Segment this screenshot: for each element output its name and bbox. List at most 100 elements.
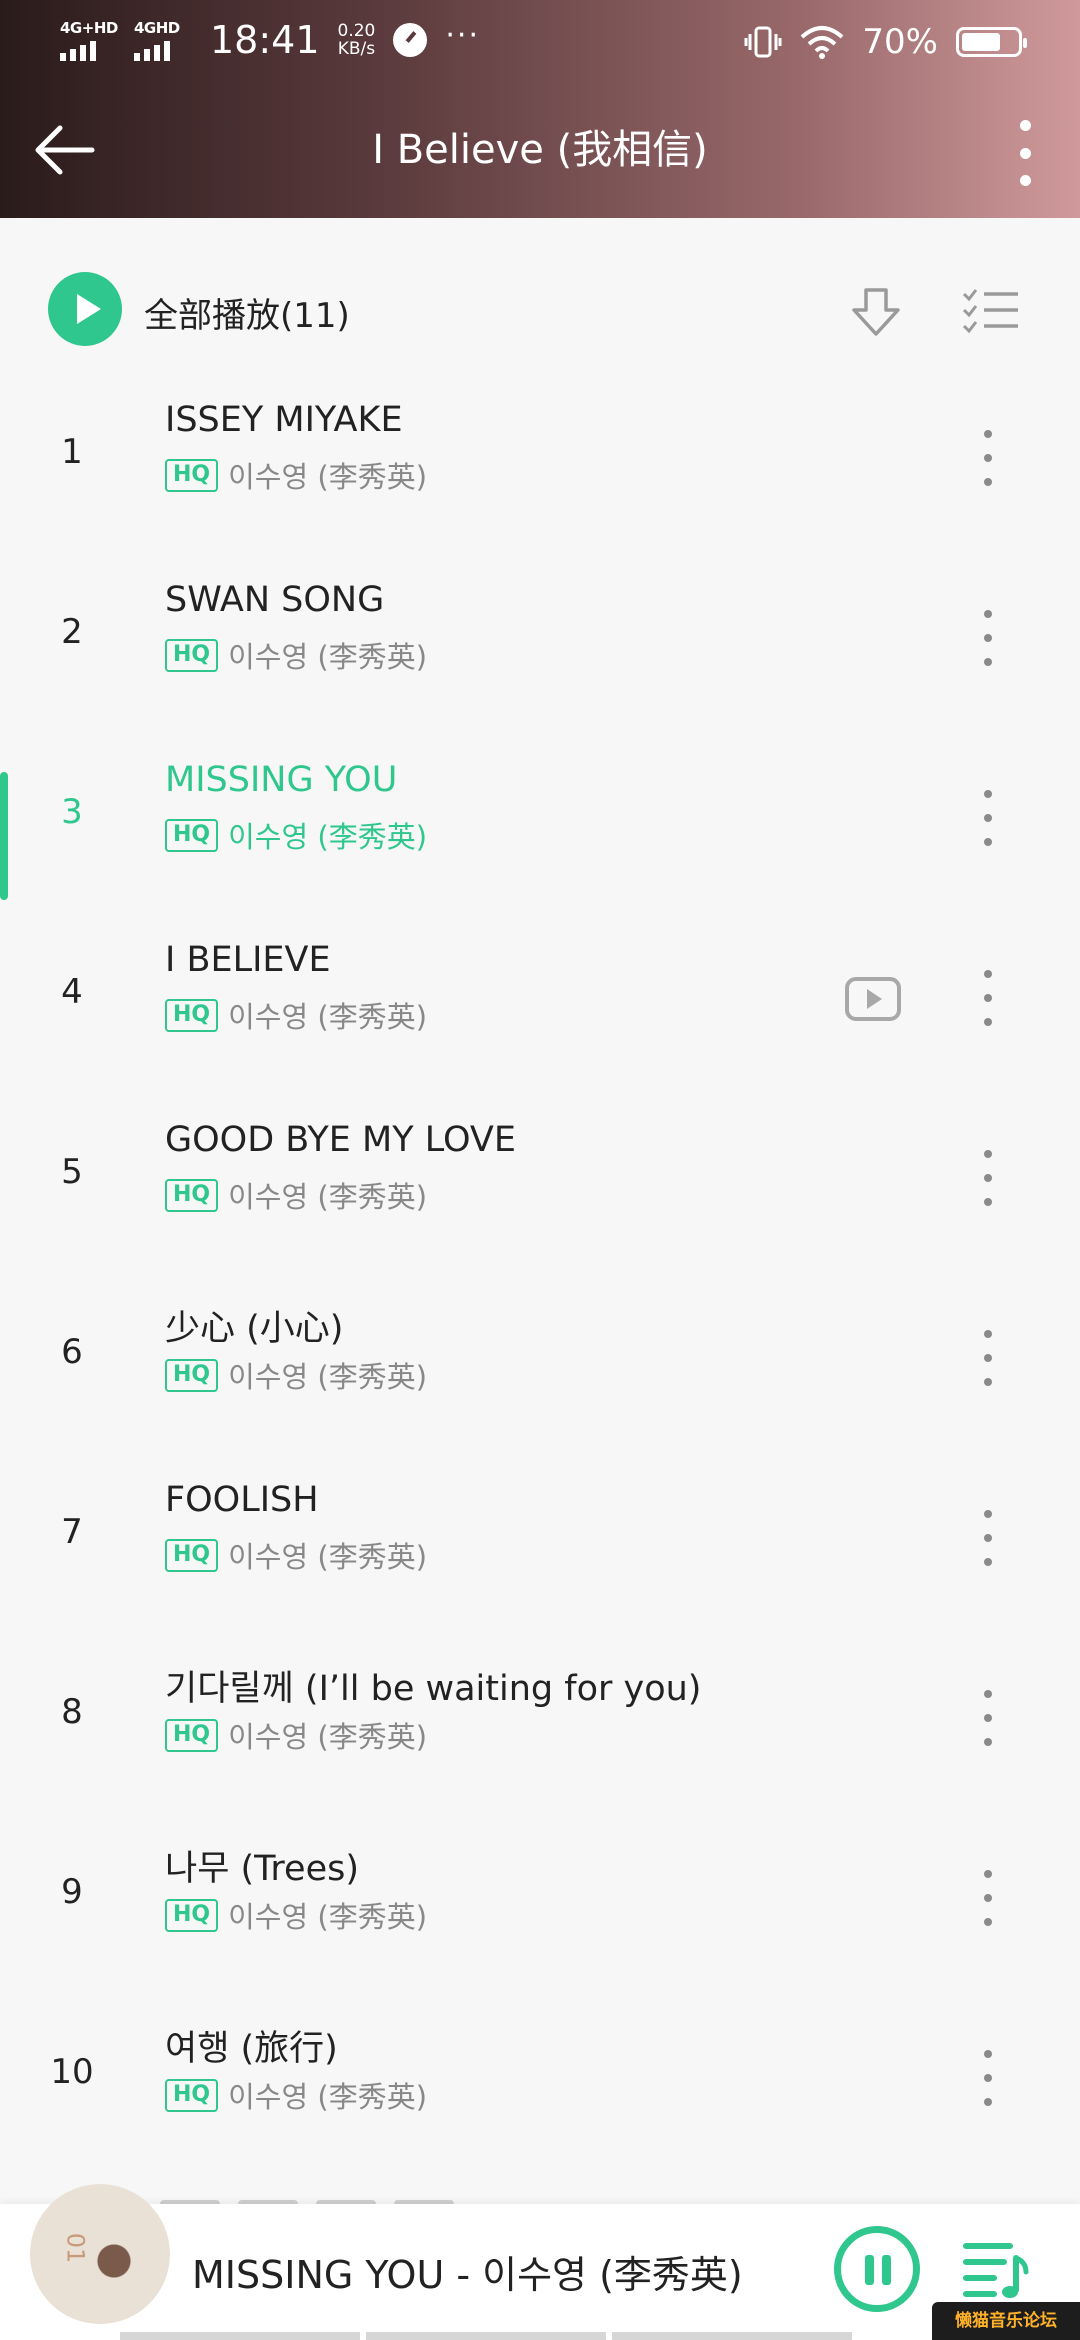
song-title: 기다릴께 (I’ll be waiting for you) — [165, 1669, 702, 1709]
song-index: 2 — [61, 612, 83, 652]
song-row[interactable]: 8 기다릴께 (I’ll be waiting for you) HQ 이수영 (李秀… — [0, 1630, 1080, 1810]
song-row[interactable]: 1 ISSEY MIYAKE HQ 이수영 (李秀英) — [0, 370, 1080, 550]
quality-badge: HQ — [165, 1718, 219, 1752]
song-meta: HQ 이수영 (李秀英) — [165, 634, 427, 676]
mv-play-icon[interactable] — [844, 976, 902, 1022]
song-title: GOOD BYE MY LOVE — [165, 1120, 516, 1160]
song-more-icon[interactable] — [980, 1690, 996, 1746]
song-artist: 이수영 (李秀英) — [228, 1180, 428, 1214]
song-artist: 이수영 (李秀英) — [228, 2080, 428, 2114]
song-row[interactable]: 6 少心 (小心) HQ 이수영 (李秀英) — [0, 1270, 1080, 1450]
song-meta: HQ 이수영 (李秀英) — [165, 454, 427, 496]
song-index: 10 — [50, 2052, 94, 2092]
network-type-1: 4G+HD — [60, 19, 118, 37]
quality-badge: HQ — [165, 458, 219, 492]
vibrate-icon — [744, 26, 782, 58]
song-more-icon[interactable] — [980, 1150, 996, 1206]
song-meta: HQ 이수영 (李秀英) — [165, 1534, 427, 1576]
now-playing-text[interactable]: MISSING YOU - 이수영 (李秀英) — [192, 2244, 743, 2299]
play-all-button[interactable] — [48, 272, 122, 346]
progress-track — [0, 2332, 1080, 2340]
song-row[interactable]: 5 GOOD BYE MY LOVE HQ 이수영 (李秀英) — [0, 1090, 1080, 1270]
song-index: 3 — [61, 792, 83, 832]
quality-badge: HQ — [165, 1538, 219, 1572]
song-more-icon[interactable] — [980, 1330, 996, 1386]
song-artist: 이수영 (李秀英) — [228, 1000, 428, 1034]
quality-badge: HQ — [165, 638, 219, 672]
multi-select-icon[interactable] — [962, 286, 1020, 336]
header-bar: 4G+HD 4GHD 18:41 0.20 KB/s ··· 70% I Bel… — [0, 0, 1080, 218]
song-meta: HQ 이수영 (李秀英) — [165, 1714, 427, 1756]
song-row[interactable]: 2 SWAN SONG HQ 이수영 (李秀英) — [0, 550, 1080, 730]
status-bar: 4G+HD 4GHD 18:41 0.20 KB/s ··· 70% — [0, 0, 1080, 80]
song-index: 6 — [61, 1332, 83, 1372]
quality-badge: HQ — [165, 1178, 219, 1212]
song-index: 1 — [61, 432, 83, 472]
quality-badge: HQ — [165, 818, 219, 852]
song-meta: HQ 이수영 (李秀英) — [165, 1894, 427, 1936]
song-row[interactable]: 9 나무 (Trees) HQ 이수영 (李秀英) — [0, 1810, 1080, 1990]
song-title: 여행 (旅行) — [165, 2029, 338, 2069]
song-title: SWAN SONG — [165, 580, 385, 620]
play-all-label[interactable]: 全部播放(11) — [144, 288, 350, 337]
song-artist: 이수영 (李秀英) — [228, 1900, 428, 1934]
song-index: 8 — [61, 1692, 83, 1732]
song-index: 7 — [61, 1512, 83, 1552]
network-type-2: 4GHD — [134, 19, 180, 37]
song-more-icon[interactable] — [980, 970, 996, 1026]
song-title: MISSING YOU — [165, 760, 398, 800]
song-more-icon[interactable] — [980, 430, 996, 486]
song-more-icon[interactable] — [980, 1870, 996, 1926]
wifi-icon — [801, 26, 844, 59]
song-artist: 이수영 (李秀英) — [228, 1720, 428, 1754]
mini-player[interactable]: MISSING YOU - 이수영 (李秀英) 懒猫音乐论坛 — [0, 2184, 1080, 2340]
arrow-left-icon[interactable] — [30, 120, 100, 180]
song-meta: HQ 이수영 (李秀英) — [165, 814, 427, 856]
song-index: 4 — [61, 972, 83, 1012]
quality-badge: HQ — [165, 998, 219, 1032]
watermark: 懒猫音乐论坛 — [932, 2302, 1080, 2340]
song-artist: 이수영 (李秀英) — [228, 460, 428, 494]
clock: 18:41 — [210, 18, 320, 62]
battery-icon — [956, 27, 1027, 57]
song-more-icon[interactable] — [980, 790, 996, 846]
quality-badge: HQ — [165, 2078, 219, 2112]
song-title: 나무 (Trees) — [165, 1849, 359, 1889]
album-art[interactable] — [30, 2184, 170, 2324]
song-artist: 이수영 (李秀英) — [228, 1360, 428, 1394]
more-vertical-icon[interactable] — [1000, 120, 1050, 186]
song-title: I BELIEVE — [165, 940, 331, 980]
song-meta: HQ 이수영 (李秀英) — [165, 1354, 427, 1396]
song-index: 9 — [61, 1872, 83, 1912]
song-more-icon[interactable] — [980, 1510, 996, 1566]
song-index: 5 — [61, 1152, 83, 1192]
song-meta: HQ 이수영 (李秀英) — [165, 2074, 427, 2116]
song-artist: 이수영 (李秀英) — [228, 1540, 428, 1574]
network-speed: 0.20 KB/s — [338, 22, 376, 58]
song-title: ISSEY MIYAKE — [165, 400, 403, 440]
signal-icon-1: 4G+HD — [58, 19, 118, 61]
song-more-icon[interactable] — [980, 610, 996, 666]
song-title: 少心 (小心) — [165, 1309, 344, 1349]
song-meta: HQ 이수영 (李秀英) — [165, 1174, 427, 1216]
quality-badge: HQ — [165, 1358, 219, 1392]
network-speed-unit: KB/s — [337, 39, 376, 59]
battery-percent: 70% — [862, 22, 938, 62]
more-notifications-icon: ··· — [445, 17, 480, 53]
song-artist: 이수영 (李秀英) — [228, 640, 428, 674]
signal-icon-2: 4GHD — [132, 19, 188, 61]
song-row[interactable]: 10 여행 (旅行) HQ 이수영 (李秀英) — [0, 1990, 1080, 2170]
song-row[interactable]: 7 FOOLISH HQ 이수영 (李秀英) — [0, 1450, 1080, 1630]
play-all-row: 全部播放(11) — [0, 262, 1080, 358]
page-title: I Believe (我相信) — [372, 127, 708, 173]
playlist-icon[interactable] — [960, 2234, 1030, 2304]
song-row[interactable]: 4 I BELIEVE HQ 이수영 (李秀英) — [0, 910, 1080, 1090]
song-title: FOOLISH — [165, 1480, 319, 1520]
network-speed-value: 0.20 — [337, 21, 376, 41]
song-meta: HQ 이수영 (李秀英) — [165, 994, 427, 1036]
download-icon[interactable] — [848, 284, 904, 340]
pause-button[interactable] — [834, 2226, 920, 2312]
gauge-icon — [393, 23, 428, 57]
song-more-icon[interactable] — [980, 2050, 996, 2106]
song-row[interactable]: 3 MISSING YOU HQ 이수영 (李秀英) — [0, 730, 1080, 910]
